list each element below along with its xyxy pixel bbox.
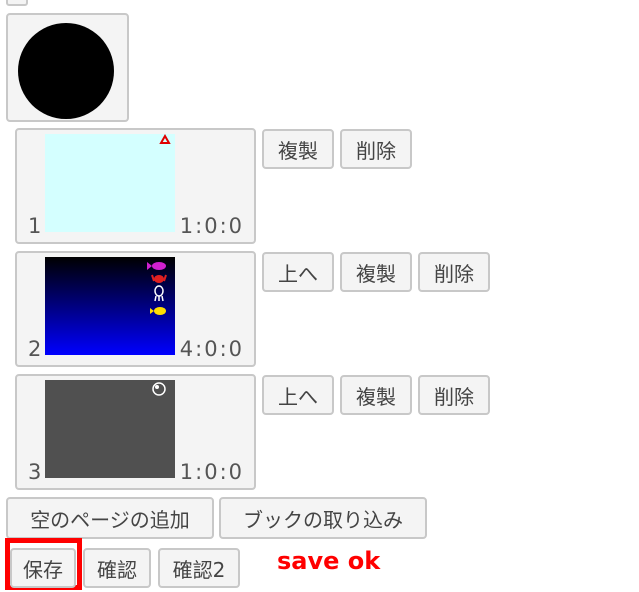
page-time: 1:0:0 bbox=[179, 214, 244, 238]
confirm-button[interactable]: 確認 bbox=[83, 548, 151, 588]
add-empty-page-button[interactable]: 空のページの追加 bbox=[6, 497, 214, 539]
cover-image-frame[interactable] bbox=[6, 13, 129, 122]
black-circle-image bbox=[18, 23, 114, 119]
page-2-preview-art bbox=[147, 262, 167, 315]
move-up-page-3-button[interactable]: 上へ bbox=[262, 375, 334, 415]
page-3-preview bbox=[45, 380, 175, 478]
page-thumbnail-1[interactable]: 1 1:0:0 bbox=[15, 128, 256, 244]
delete-page-1-button[interactable]: 削除 bbox=[340, 129, 412, 169]
save-button[interactable]: 保存 bbox=[10, 548, 76, 588]
page-thumbnail-3[interactable]: 3 1:0:0 bbox=[15, 374, 256, 490]
page-time: 1:0:0 bbox=[179, 460, 244, 484]
page-1-preview bbox=[45, 133, 175, 232]
squid-icon bbox=[154, 285, 164, 302]
page-3-preview-art bbox=[152, 382, 166, 396]
move-up-page-2-button[interactable]: 上へ bbox=[262, 252, 334, 292]
triangle-icon bbox=[159, 133, 171, 144]
bubble-icon bbox=[152, 382, 166, 396]
copy-page-1-button[interactable]: 複製 bbox=[262, 129, 334, 169]
copy-page-3-button[interactable]: 複製 bbox=[340, 375, 412, 415]
import-book-button[interactable]: ブックの取り込み bbox=[219, 497, 427, 539]
page-1-preview-art bbox=[159, 133, 171, 144]
save-status-text: save ok bbox=[277, 547, 381, 575]
page-number: 3 bbox=[28, 460, 43, 484]
confirm2-button[interactable]: 確認2 bbox=[158, 548, 240, 588]
delete-page-2-button[interactable]: 削除 bbox=[418, 252, 490, 292]
page-number: 2 bbox=[28, 337, 43, 361]
page-number: 1 bbox=[28, 214, 43, 238]
delete-page-3-button[interactable]: 削除 bbox=[418, 375, 490, 415]
fish-icon bbox=[147, 262, 166, 270]
yellow-fish-icon bbox=[150, 307, 166, 315]
top-toggle-button[interactable] bbox=[6, 0, 28, 6]
crab-icon bbox=[151, 274, 167, 283]
page-time: 4:0:0 bbox=[179, 337, 244, 361]
copy-page-2-button[interactable]: 複製 bbox=[340, 252, 412, 292]
page-thumbnail-2[interactable]: 2 4:0:0 bbox=[15, 251, 256, 367]
page-2-preview bbox=[45, 257, 175, 355]
